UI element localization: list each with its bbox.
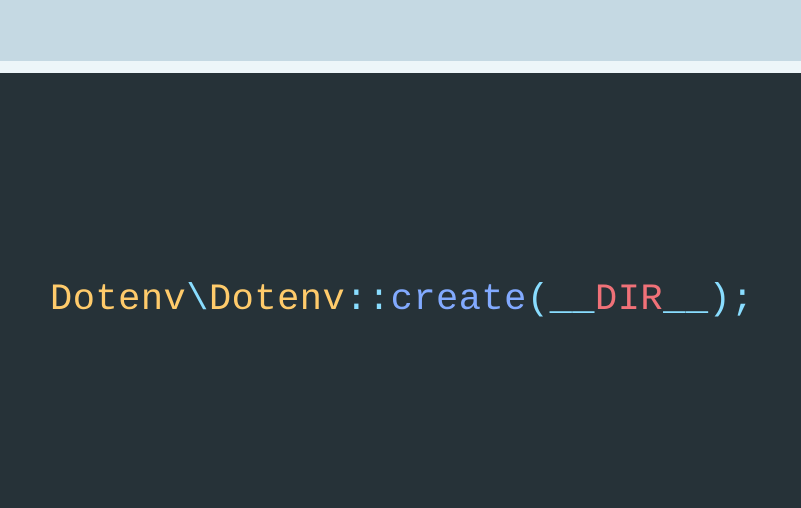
code-panel: Dotenv\Dotenv::create(__DIR__); — [0, 73, 801, 508]
token-paren-close: ) — [709, 279, 732, 321]
token-underscore-trailing: __ — [663, 279, 708, 321]
token-namespace-separator: \ — [186, 279, 209, 321]
token-magic-constant: DIR — [595, 279, 663, 321]
divider-band — [0, 61, 801, 73]
token-class-name: Dotenv — [209, 279, 345, 321]
token-paren-open: ( — [527, 279, 550, 321]
token-underscore-leading: __ — [550, 279, 595, 321]
token-double-colon: :: — [345, 279, 390, 321]
token-method-name: create — [391, 279, 527, 321]
token-namespace-class: Dotenv — [50, 279, 186, 321]
header-band — [0, 0, 801, 61]
token-semicolon: ; — [731, 279, 754, 321]
code-line: Dotenv\Dotenv::create(__DIR__); — [50, 279, 754, 321]
